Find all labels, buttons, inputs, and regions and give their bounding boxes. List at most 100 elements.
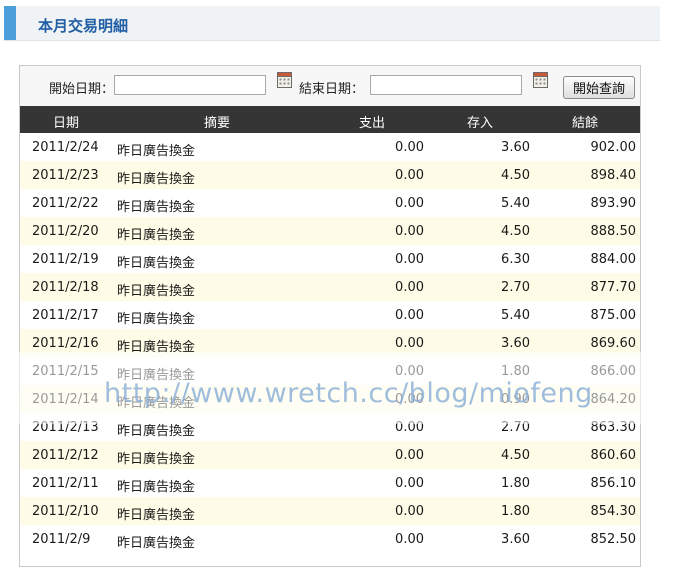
row-date: 2011/2/23 [32, 168, 99, 183]
row-description: 昨日廣告換金 [117, 368, 196, 383]
row-deposit: 6.30 [501, 252, 530, 267]
end-date-input[interactable] [370, 75, 522, 95]
header-deposit: 存入 [467, 116, 494, 131]
row-date: 2011/2/18 [32, 280, 99, 295]
page-title: 本月交易明細 [38, 17, 129, 35]
row-date: 2011/2/24 [32, 140, 99, 155]
row-deposit: 1.80 [501, 364, 530, 379]
row-expense: 0.00 [395, 448, 424, 463]
row-balance: 902.00 [590, 140, 637, 155]
row-balance: 888.50 [590, 224, 637, 239]
row-balance: 864.20 [590, 392, 637, 407]
row-balance: 860.60 [590, 448, 637, 463]
table-row: 2011/2/17 昨日廣告換金 0.00 5.40 875.00 [20, 301, 640, 329]
row-deposit: 3.60 [501, 532, 530, 547]
start-date-calendar-icon[interactable] [277, 71, 292, 88]
row-balance: 856.10 [590, 476, 637, 491]
row-balance: 877.70 [590, 280, 637, 295]
row-description: 昨日廣告換金 [117, 172, 196, 187]
transaction-panel: 開始日期： 結束日期： 開始查詢 日期 摘要 支出 存入 結餘 2011/2/2… [19, 65, 641, 567]
row-date: 2011/2/17 [32, 308, 99, 323]
row-balance: 852.50 [590, 532, 637, 547]
row-description: 昨日廣告換金 [117, 396, 196, 411]
table-row: 2011/2/15 昨日廣告換金 0.00 1.80 866.00 [20, 357, 640, 385]
table-row: 2011/2/9 昨日廣告換金 0.00 3.60 852.50 [20, 525, 640, 553]
row-date: 2011/2/15 [32, 364, 99, 379]
row-expense: 0.00 [395, 196, 424, 211]
row-deposit: 4.50 [501, 224, 530, 239]
row-balance: 898.40 [590, 168, 637, 183]
row-expense: 0.00 [395, 476, 424, 491]
row-deposit: 5.40 [501, 196, 530, 211]
row-description: 昨日廣告換金 [117, 228, 196, 243]
row-deposit: 1.80 [501, 476, 530, 491]
row-date: 2011/2/19 [32, 252, 99, 267]
transaction-table-body: 2011/2/24 昨日廣告換金 0.00 3.60 902.00 2011/2/23 昨日… [20, 133, 640, 553]
header-date: 日期 [53, 116, 80, 131]
row-deposit: 2.70 [501, 420, 530, 435]
row-deposit: 2.70 [501, 280, 530, 295]
row-balance: 875.00 [590, 308, 637, 323]
row-balance: 863.30 [590, 420, 637, 435]
row-deposit: 0.90 [501, 392, 530, 407]
row-date: 2011/2/9 [32, 532, 91, 547]
header-description: 摘要 [204, 116, 231, 131]
row-date: 2011/2/12 [32, 448, 99, 463]
row-expense: 0.00 [395, 308, 424, 323]
table-row: 2011/2/23 昨日廣告換金 0.00 4.50 898.40 [20, 161, 640, 189]
start-date-input[interactable] [114, 75, 266, 95]
row-deposit: 4.50 [501, 448, 530, 463]
row-description: 昨日廣告換金 [117, 340, 196, 355]
row-description: 昨日廣告換金 [117, 256, 196, 271]
table-row: 2011/2/20 昨日廣告換金 0.00 4.50 888.50 [20, 217, 640, 245]
header-balance: 結餘 [572, 116, 599, 131]
row-deposit: 3.60 [501, 140, 530, 155]
row-date: 2011/2/16 [32, 336, 99, 351]
row-expense: 0.00 [395, 420, 424, 435]
table-row: 2011/2/18 昨日廣告換金 0.00 2.70 877.70 [20, 273, 640, 301]
table-row: 2011/2/10 昨日廣告換金 0.00 1.80 854.30 [20, 497, 640, 525]
row-date: 2011/2/20 [32, 224, 99, 239]
row-deposit: 1.80 [501, 504, 530, 519]
row-expense: 0.00 [395, 532, 424, 547]
date-filter-row: 開始日期： 結束日期： 開始查詢 [20, 66, 640, 107]
table-row: 2011/2/22 昨日廣告換金 0.00 5.40 893.90 [20, 189, 640, 217]
row-expense: 0.00 [395, 280, 424, 295]
row-expense: 0.00 [395, 336, 424, 351]
row-deposit: 5.40 [501, 308, 530, 323]
row-expense: 0.00 [395, 364, 424, 379]
title-bar: 本月交易明細 [4, 6, 660, 41]
table-row: 2011/2/12 昨日廣告換金 0.00 4.50 860.60 [20, 441, 640, 469]
table-row: 2011/2/24 昨日廣告換金 0.00 3.60 902.00 [20, 133, 640, 161]
row-description: 昨日廣告換金 [117, 480, 196, 495]
table-row: 2011/2/19 昨日廣告換金 0.00 6.30 884.00 [20, 245, 640, 273]
row-description: 昨日廣告換金 [117, 284, 196, 299]
row-description: 昨日廣告換金 [117, 452, 196, 467]
row-description: 昨日廣告換金 [117, 424, 196, 439]
table-header: 日期 摘要 支出 存入 結餘 [20, 106, 640, 133]
row-deposit: 3.60 [501, 336, 530, 351]
row-deposit: 4.50 [501, 168, 530, 183]
row-date: 2011/2/13 [32, 420, 99, 435]
row-expense: 0.00 [395, 140, 424, 155]
table-row: 2011/2/13 昨日廣告換金 0.00 2.70 863.30 [20, 413, 640, 441]
table-row: 2011/2/11 昨日廣告換金 0.00 1.80 856.10 [20, 469, 640, 497]
row-description: 昨日廣告換金 [117, 508, 196, 523]
title-accent-bar [4, 6, 16, 40]
row-date: 2011/2/14 [32, 392, 99, 407]
row-balance: 854.30 [590, 504, 637, 519]
row-date: 2011/2/10 [32, 504, 99, 519]
row-date: 2011/2/11 [32, 476, 99, 491]
row-expense: 0.00 [395, 252, 424, 267]
start-query-button[interactable]: 開始查詢 [563, 76, 635, 99]
start-date-label: 開始日期： [49, 82, 115, 97]
end-date-calendar-icon[interactable] [533, 71, 548, 88]
row-description: 昨日廣告換金 [117, 200, 196, 215]
row-description: 昨日廣告換金 [117, 536, 196, 551]
row-expense: 0.00 [395, 168, 424, 183]
end-date-label: 結束日期： [299, 82, 365, 97]
table-row: 2011/2/14 昨日廣告換金 0.00 0.90 864.20 [20, 385, 640, 413]
row-balance: 869.60 [590, 336, 637, 351]
row-description: 昨日廣告換金 [117, 144, 196, 159]
table-row: 2011/2/16 昨日廣告換金 0.00 3.60 869.60 [20, 329, 640, 357]
